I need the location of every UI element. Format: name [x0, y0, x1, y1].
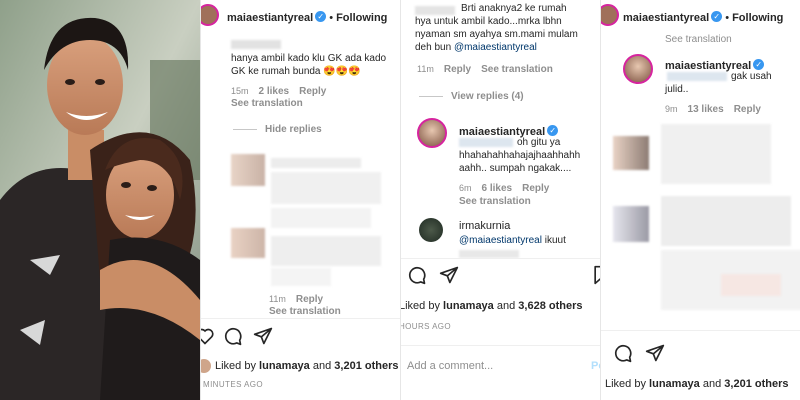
post-header: maiaestiantyreal ✓ • Following — [623, 8, 783, 26]
comments-panel-2: maiaestiantyreal ✓ • Following hanya ambil … — [200, 0, 400, 400]
comments-panel-3: Brti anaknya2 ke rumah hya untuk ambil k… — [400, 0, 600, 400]
following-button[interactable]: Following — [336, 12, 387, 24]
reply-username[interactable]: irmakurnia — [459, 220, 510, 232]
comment-meta: 9m 13 likes Reply — [665, 104, 761, 115]
mention-link[interactable]: @maiaestiantyreal — [459, 235, 542, 246]
comment-text: gak usah julid.. — [665, 71, 772, 95]
reply-button[interactable]: Reply — [299, 86, 326, 97]
avatar[interactable] — [601, 4, 619, 26]
reply-button[interactable]: Reply — [296, 294, 323, 305]
avatar[interactable] — [623, 54, 653, 84]
hide-replies-button[interactable]: Hide replies — [233, 124, 322, 135]
header-username[interactable]: maiaestiantyreal — [227, 12, 313, 24]
comment-meta: 11m Reply — [269, 294, 323, 305]
redacted-text — [271, 172, 381, 204]
liker-username[interactable]: lunamaya — [443, 300, 494, 312]
see-translation-link[interactable]: See translation — [481, 64, 553, 75]
share-icon[interactable] — [253, 326, 273, 346]
post-comment-button[interactable]: Po — [591, 360, 600, 372]
redacted-text — [721, 274, 781, 296]
couple-photo — [0, 0, 200, 400]
comment-meta: 11m Reply See translation — [417, 64, 553, 75]
post-timestamp: HOURS AGO — [400, 322, 452, 331]
likes-summary: Liked by lunamaya and 3,628 others — [400, 300, 583, 312]
comment-time: 11m — [269, 294, 286, 304]
share-icon[interactable] — [439, 265, 459, 285]
separator-dot: • — [329, 12, 334, 24]
verified-icon: ✓ — [711, 11, 723, 23]
comment-icon[interactable] — [407, 265, 427, 285]
redacted-avatar — [613, 136, 649, 170]
comment-meta: 15m 2 likes Reply — [231, 86, 326, 97]
avatar[interactable] — [417, 118, 447, 148]
redacted-avatar — [231, 154, 265, 186]
reply-text: @maiaestiantyreal ikuut — [459, 235, 566, 246]
see-translation-link[interactable]: See translation — [269, 306, 341, 317]
verified-icon: ✓ — [547, 125, 559, 137]
liker-username[interactable]: lunamaya — [649, 378, 700, 390]
comment-icon[interactable] — [613, 343, 633, 363]
comment-time: 6m — [459, 183, 472, 193]
comment-text: Brti anaknya2 ke rumah hya untuk ambil k… — [415, 3, 578, 53]
redacted-avatar — [231, 228, 265, 258]
likes-count[interactable]: 3,201 others — [724, 378, 788, 390]
verified-icon: ✓ — [315, 11, 327, 23]
redacted-text — [271, 158, 361, 168]
save-icon[interactable] — [591, 265, 600, 285]
post-header: maiaestiantyreal ✓ • Following — [227, 8, 387, 26]
heart-icon[interactable] — [200, 326, 215, 346]
avatar[interactable] — [419, 218, 443, 242]
reply-text: oh gitu ya hhahahahhahajajhaahhahh aahh.… — [459, 137, 581, 174]
post-photo — [0, 0, 200, 400]
divider-line — [233, 128, 257, 130]
following-button[interactable]: Following — [732, 12, 783, 24]
comment-text: hanya ambil kado klu GK ada kado GK ke r… — [231, 53, 387, 77]
likes-summary: Liked by lunamaya and 3,201 others — [605, 378, 789, 390]
redacted-text — [271, 236, 381, 266]
likes-count[interactable]: 3,628 others — [518, 300, 582, 312]
redacted-text — [661, 196, 791, 246]
reply-button[interactable]: Reply — [522, 183, 549, 194]
comment-time: 9m — [665, 104, 678, 114]
comment-time: 11m — [417, 64, 434, 74]
redacted-avatar — [613, 206, 649, 242]
redacted-text — [231, 40, 281, 49]
likes-summary: Liked by lunamaya and 3,201 others — [215, 360, 399, 372]
comments-panel-4: maiaestiantyreal ✓ • Following See translat… — [600, 0, 800, 400]
header-username[interactable]: maiaestiantyreal — [623, 12, 709, 24]
comment-meta: 6m 6 likes Reply — [459, 183, 549, 194]
comment-likes[interactable]: 6 likes — [482, 183, 513, 194]
verified-icon: ✓ — [753, 59, 765, 71]
reply-button[interactable]: Reply — [734, 104, 761, 115]
redacted-text — [459, 250, 519, 258]
comment-icon[interactable] — [223, 326, 243, 346]
likes-count[interactable]: 3,201 others — [334, 360, 398, 372]
see-translation-link[interactable]: See translation — [665, 34, 732, 45]
comment-likes[interactable]: 2 likes — [259, 86, 290, 97]
post-timestamp: MINUTES AGO — [203, 380, 263, 389]
divider — [401, 345, 600, 346]
share-icon[interactable] — [645, 343, 665, 363]
add-comment-input[interactable]: Add a comment... — [407, 360, 493, 372]
reply-button[interactable]: Reply — [444, 64, 471, 75]
divider-line — [419, 95, 443, 97]
comment-time: 15m — [231, 86, 249, 96]
mention-link[interactable]: @maiaestiantyreal — [454, 42, 537, 53]
avatar[interactable] — [201, 4, 219, 26]
comment-likes[interactable]: 13 likes — [688, 104, 724, 115]
see-translation-link[interactable]: See translation — [231, 98, 303, 109]
see-translation-link[interactable]: See translation — [459, 196, 531, 207]
separator-dot: • — [725, 12, 730, 24]
redacted-text — [271, 268, 331, 286]
view-replies-button[interactable]: View replies (4) — [419, 91, 524, 102]
redacted-text — [661, 124, 771, 184]
redacted-text — [271, 208, 371, 228]
liker-username[interactable]: lunamaya — [259, 360, 310, 372]
